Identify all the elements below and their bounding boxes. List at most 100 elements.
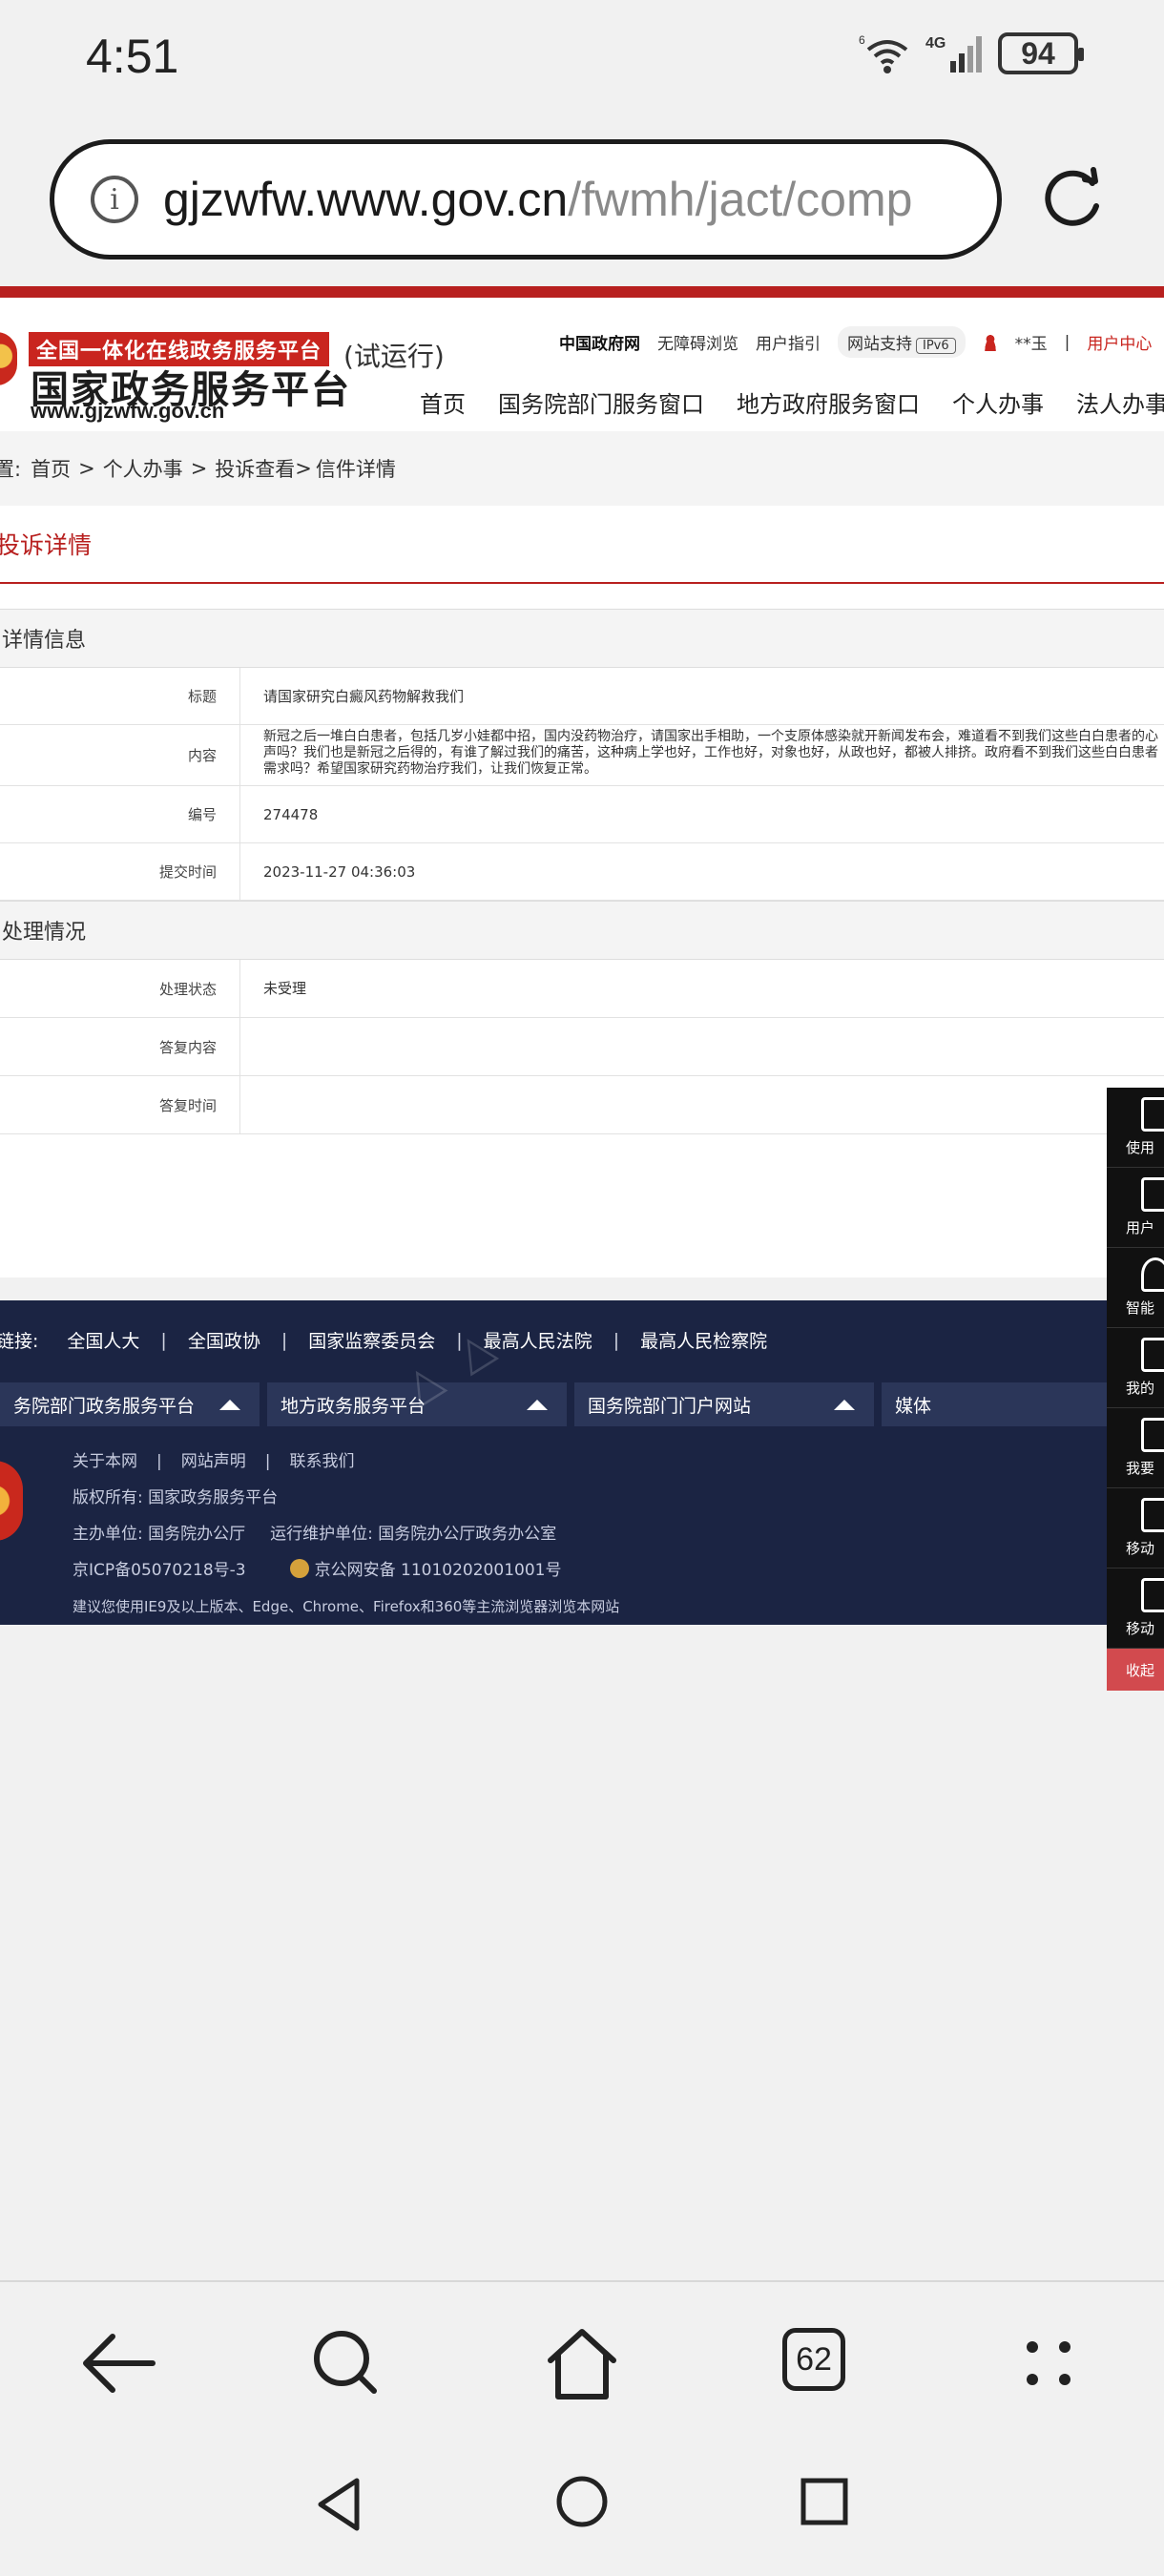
footer-link-supervision[interactable]: 国家监察委员会 bbox=[308, 1327, 435, 1353]
url-host: gjzwfw.www.gov.cn bbox=[163, 173, 569, 226]
gov-link[interactable]: 中国政府网 bbox=[559, 330, 640, 354]
cellular-signal-icon: 4G bbox=[925, 35, 982, 73]
section-title: 详情信息 bbox=[0, 609, 1164, 668]
breadcrumb-home[interactable]: 首页 bbox=[31, 454, 71, 483]
collapse-button[interactable]: 收起 bbox=[1107, 1649, 1164, 1691]
footer-link-court[interactable]: 最高人民法院 bbox=[484, 1327, 592, 1353]
complaint-content: 新冠之后一堆白白患者，包括几岁小娃都中招，国内没药物治疗，请国家出手相助，一个支… bbox=[263, 729, 1158, 777]
section-title: 处理情况 bbox=[0, 901, 1164, 960]
side-mine[interactable]: 我的 bbox=[1107, 1328, 1164, 1408]
system-navigation-bar bbox=[0, 2442, 1164, 2576]
contact-link[interactable]: 联系我们 bbox=[289, 1452, 354, 1471]
top-red-strip bbox=[0, 286, 1164, 298]
handling-status: 未受理 bbox=[263, 980, 307, 997]
handling-section: 处理情况 处理状态 未受理 答复内容 答复时间 bbox=[0, 901, 1164, 1134]
dropdown-local-platforms[interactable]: 地方政务服务平台 bbox=[267, 1382, 567, 1426]
search-icon[interactable] bbox=[303, 2320, 389, 2406]
table-row: 内容 新冠之后一堆白白患者，包括几岁小娃都中招，国内没药物治疗，请国家出手相助，… bbox=[0, 725, 1164, 786]
tab-switcher-button[interactable]: 62 bbox=[782, 2328, 845, 2391]
site-support: 网站支持 IPv6 bbox=[838, 326, 966, 358]
table-row: 标题 请国家研究白癜风药物解救我们 bbox=[0, 668, 1164, 725]
tablet-icon bbox=[1141, 1578, 1164, 1612]
spacer bbox=[0, 1134, 1164, 1278]
site-footer: 链接: 全国人大 | 全国政协 | 国家监察委员会 | 最高人民法院 | 最高人… bbox=[0, 1300, 1164, 1625]
row-label: 编号 bbox=[0, 786, 240, 842]
table-row: 处理状态 未受理 bbox=[0, 960, 1164, 1018]
reply-content bbox=[240, 1018, 1164, 1075]
user-guide-link[interactable]: 用户指引 bbox=[756, 330, 821, 354]
monitor-icon bbox=[1141, 1338, 1164, 1372]
nav-home[interactable]: 首页 bbox=[420, 385, 466, 419]
footer-link-cppcc[interactable]: 全国政协 bbox=[188, 1327, 260, 1353]
police-badge-icon bbox=[289, 1559, 309, 1578]
dropdown-state-council-platforms[interactable]: 务院部门政务服务平台 bbox=[0, 1382, 260, 1426]
home-icon[interactable] bbox=[539, 2320, 625, 2406]
icp-row: 京ICP备05070218号-3 京公网安备 11010202001001号 bbox=[73, 1552, 619, 1589]
menu-dots-icon[interactable] bbox=[1006, 2320, 1091, 2406]
national-emblem-icon bbox=[0, 332, 17, 385]
dropdown-label: 地方政务服务平台 bbox=[281, 1395, 426, 1417]
side-smart[interactable]: 智能 bbox=[1107, 1248, 1164, 1328]
side-label: 用户 bbox=[1126, 1219, 1155, 1236]
caret-up-icon bbox=[219, 1399, 240, 1410]
system-back-icon[interactable] bbox=[311, 2471, 368, 2538]
user-name[interactable]: **玉 bbox=[1015, 330, 1048, 354]
trial-label: (试运行) bbox=[343, 341, 445, 372]
side-label: 我的 bbox=[1126, 1380, 1155, 1397]
info-icon[interactable]: i bbox=[91, 176, 138, 223]
footer-link-npc[interactable]: 全国人大 bbox=[67, 1327, 139, 1353]
side-label: 移动 bbox=[1126, 1620, 1155, 1637]
back-arrow-icon[interactable] bbox=[74, 2320, 160, 2406]
divider: | bbox=[264, 1452, 271, 1471]
system-recents-icon[interactable] bbox=[798, 2475, 851, 2528]
breadcrumb-separator: > bbox=[78, 457, 95, 480]
divider: | bbox=[1064, 332, 1070, 352]
url-area: i gjzwfw.www.gov.cn/fwmh/jact/comp bbox=[0, 114, 1164, 286]
side-user[interactable]: 用户 bbox=[1107, 1168, 1164, 1248]
footer-links-label: 链接: bbox=[0, 1331, 39, 1352]
side-feedback[interactable]: 我要 bbox=[1107, 1408, 1164, 1488]
wifi-icon: 6 bbox=[859, 33, 908, 73]
barrier-free-link[interactable]: 无障碍浏览 bbox=[657, 330, 738, 354]
side-label: 使用 bbox=[1126, 1139, 1155, 1156]
side-mobile-2[interactable]: 移动 bbox=[1107, 1568, 1164, 1649]
dropdown-media[interactable]: 媒体 bbox=[882, 1382, 1111, 1426]
spacer bbox=[0, 1278, 1164, 1300]
breadcrumb: 置: 首页 > 个人办事 > 投诉查看 > 信件详情 bbox=[0, 431, 1164, 506]
side-label: 智能 bbox=[1126, 1299, 1155, 1317]
row-label: 处理状态 bbox=[0, 960, 240, 1017]
detail-info-section: 详情信息 标题 请国家研究白癜风药物解救我们 内容 新冠之后一堆白白患者，包括几… bbox=[0, 609, 1164, 901]
about-link[interactable]: 关于本网 bbox=[73, 1452, 137, 1471]
statement-link[interactable]: 网站声明 bbox=[181, 1452, 246, 1471]
top-links: 中国政府网 无障碍浏览 用户指引 网站支持IPv6 **玉 | 用户中心 | bbox=[559, 326, 1164, 358]
side-mobile-1[interactable]: 移动 bbox=[1107, 1488, 1164, 1568]
user-center-link[interactable]: 用户中心 bbox=[1087, 330, 1152, 354]
divider: | bbox=[160, 1329, 167, 1351]
breadcrumb-complaint-view[interactable]: 投诉查看 bbox=[215, 454, 295, 483]
complaint-title: 请国家研究白癜风药物解救我们 bbox=[263, 687, 465, 705]
nav-local-gov[interactable]: 地方政府服务窗口 bbox=[737, 385, 920, 419]
url-text[interactable]: gjzwfw.www.gov.cn/fwmh/jact/comp bbox=[163, 172, 912, 227]
divider: | bbox=[456, 1329, 463, 1351]
side-help[interactable]: 使用 bbox=[1107, 1088, 1164, 1168]
reload-icon[interactable] bbox=[1040, 162, 1103, 235]
icp-link[interactable]: 京ICP备05070218号-3 bbox=[73, 1561, 246, 1580]
nav-state-council[interactable]: 国务院部门服务窗口 bbox=[498, 385, 704, 419]
address-bar[interactable]: i gjzwfw.www.gov.cn/fwmh/jact/comp bbox=[50, 139, 1002, 260]
sponsor: 主办单位: 国务院办公厅 bbox=[73, 1525, 246, 1544]
nav-legal-entity[interactable]: 法人办事 bbox=[1076, 385, 1164, 419]
divider: | bbox=[613, 1329, 620, 1351]
footer-link-procuratorate[interactable]: 最高人民检察院 bbox=[640, 1327, 767, 1353]
table-row: 编号 274478 bbox=[0, 786, 1164, 843]
police-record-link[interactable]: 京公网安备 11010202001001号 bbox=[315, 1561, 562, 1580]
headset-icon bbox=[1141, 1257, 1164, 1292]
system-home-icon[interactable] bbox=[553, 2473, 611, 2530]
breadcrumb-personal[interactable]: 个人办事 bbox=[103, 454, 183, 483]
question-icon bbox=[1141, 1097, 1164, 1132]
complaint-number: 274478 bbox=[263, 805, 319, 823]
divider: | bbox=[281, 1329, 288, 1351]
url-path: /fwmh/jact/comp bbox=[568, 173, 913, 226]
dropdown-department-portals[interactable]: 国务院部门门户网站 bbox=[574, 1382, 874, 1426]
nav-personal[interactable]: 个人办事 bbox=[952, 385, 1044, 419]
browser-toolbar: 62 bbox=[0, 2280, 1164, 2442]
